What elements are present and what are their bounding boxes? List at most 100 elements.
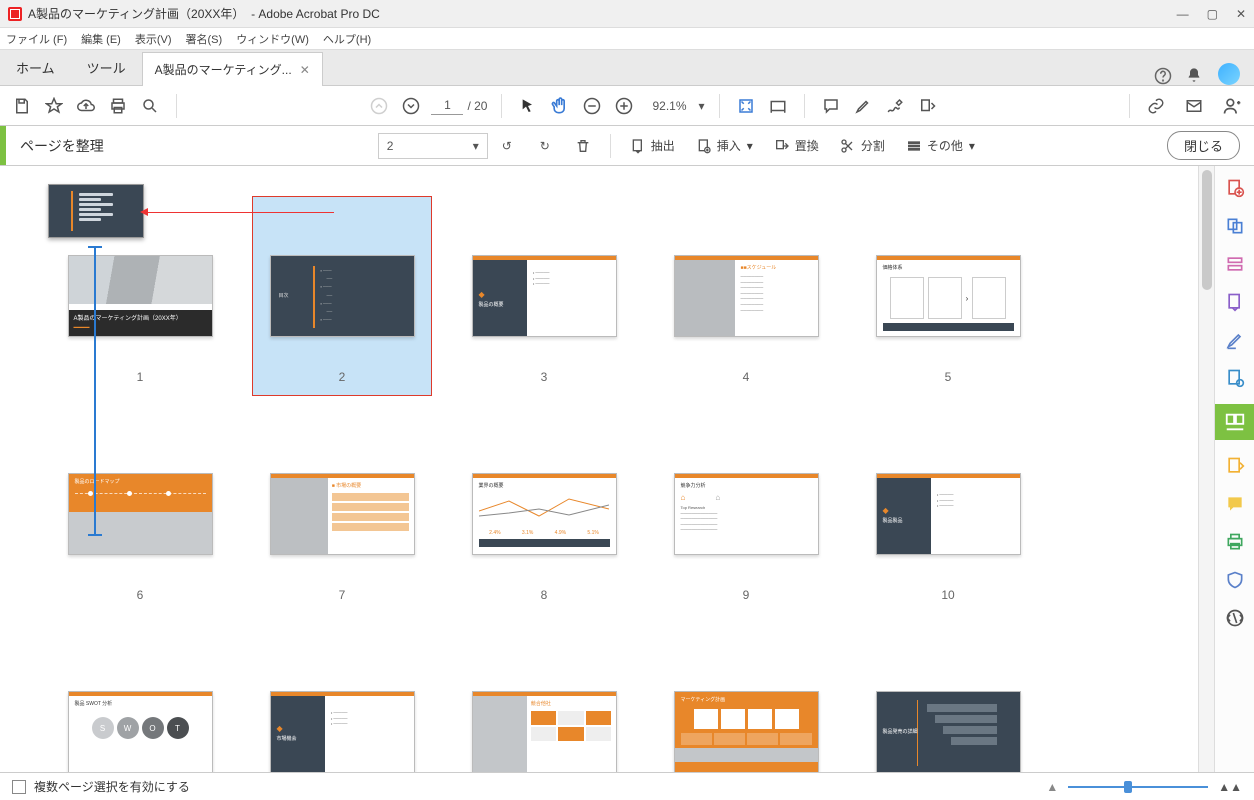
save-icon[interactable]: [10, 94, 34, 118]
rotate-ccw-button[interactable]: ↺: [488, 126, 526, 165]
print-icon[interactable]: [106, 94, 130, 118]
page-number: 10: [941, 588, 954, 602]
tool-combine-icon[interactable]: [1223, 214, 1247, 238]
tool-share-icon[interactable]: [1223, 366, 1247, 390]
search-icon[interactable]: [138, 94, 162, 118]
menu-help[interactable]: ヘルプ(H): [323, 31, 371, 47]
page-number: 6: [137, 588, 144, 602]
tab-home[interactable]: ホーム: [0, 50, 71, 85]
highlight-icon[interactable]: [851, 94, 875, 118]
page-thumb-2[interactable]: ▪ ───── ▪ ───── ▪ ───── ▪ ─── 目次 2: [252, 196, 432, 404]
page-number: 8: [541, 588, 548, 602]
page-number: 2: [339, 370, 346, 384]
window-title: A製品のマーケティング計画（20XX年） - Adobe Acrobat Pro…: [28, 5, 1177, 22]
avatar[interactable]: [1218, 63, 1240, 85]
page-number: 1: [137, 370, 144, 384]
tab-tools[interactable]: ツール: [71, 50, 142, 85]
share-person-icon[interactable]: [1220, 94, 1244, 118]
insert-indicator: [94, 246, 96, 536]
page-number: 5: [945, 370, 952, 384]
menu-window[interactable]: ウィンドウ(W): [236, 31, 309, 47]
close-panel-button[interactable]: 閉じる: [1167, 131, 1240, 160]
chevron-down-icon: ▾: [473, 139, 479, 153]
page-number: 3: [541, 370, 548, 384]
page-thumb-7[interactable]: ■ 市場の概要 7: [252, 414, 432, 622]
page-indicator: 1 / 20: [431, 96, 487, 115]
tool-compress-icon[interactable]: [1223, 454, 1247, 478]
drag-preview: [48, 184, 144, 238]
comment-icon[interactable]: [819, 94, 843, 118]
multiselect-label: 複数ページ選択を有効にする: [34, 778, 190, 795]
page-down-icon[interactable]: [399, 94, 423, 118]
hand-icon[interactable]: [548, 94, 572, 118]
tool-more-icon[interactable]: [1223, 606, 1247, 630]
page-thumb-8[interactable]: 業界の概要2.4%3.1%4.9%5.1% 8: [454, 414, 634, 622]
rotate-cw-button[interactable]: ↻: [526, 126, 564, 165]
split-button[interactable]: 分割: [829, 126, 895, 165]
cloud-up-icon[interactable]: [74, 94, 98, 118]
menubar: ファイル (F) 編集 (E) 表示(V) 署名(S) ウィンドウ(W) ヘルプ…: [0, 28, 1254, 50]
drag-arrow: [144, 212, 334, 213]
sub-toolbar: ページを整理 2 ▾ ↺ ↻ 抽出 挿入▾ 置換 分割 その他▾ 閉じる: [0, 126, 1254, 166]
extract-button[interactable]: 抽出: [619, 126, 685, 165]
multiselect-checkbox[interactable]: [12, 780, 26, 794]
help-icon[interactable]: [1154, 67, 1168, 81]
right-tool-rail: [1214, 166, 1254, 772]
page-thumb-9[interactable]: 競争力分析⌂⌂Top Research─────────────────────…: [656, 414, 836, 622]
page-up-icon[interactable]: [367, 94, 391, 118]
titlebar: A製品のマーケティング計画（20XX年） - Adobe Acrobat Pro…: [0, 0, 1254, 28]
stamp-icon[interactable]: [915, 94, 939, 118]
workarea: A製品のマーケティング計画（20XX年） ▬▬▬▬ 1 ▪ ───── ▪ ──…: [0, 166, 1254, 772]
scrollbar-thumb[interactable]: [1202, 170, 1212, 290]
share-link-icon[interactable]: [1144, 94, 1168, 118]
arrow-cursor-icon[interactable]: [516, 94, 540, 118]
tab-close-icon[interactable]: ✕: [300, 63, 310, 77]
zoom-small-icon: ▲: [1046, 780, 1058, 794]
page-thumb-14[interactable]: マーケティング計画: [656, 632, 836, 772]
menu-sign[interactable]: 署名(S): [186, 31, 223, 47]
page-thumb-6[interactable]: 製品のロードマップ 6: [50, 414, 230, 622]
replace-button[interactable]: 置換: [763, 126, 829, 165]
star-icon[interactable]: [42, 94, 66, 118]
bell-icon[interactable]: [1186, 67, 1200, 81]
scrollbar-vertical[interactable]: [1198, 166, 1214, 772]
zoom-select[interactable]: 92.1% ▾: [644, 97, 704, 115]
tool-comment-icon[interactable]: [1223, 492, 1247, 516]
page-thumb-12[interactable]: ◆市場機会• ─────• ─────• ─────: [252, 632, 432, 772]
fit-page-icon[interactable]: [734, 94, 758, 118]
tool-export-icon[interactable]: [1223, 290, 1247, 314]
menu-edit[interactable]: 編集 (E): [81, 31, 121, 47]
page-thumb-3[interactable]: ◆製品の概要• ─────• ─────• ───── 3: [454, 196, 634, 404]
insert-button[interactable]: 挿入▾: [685, 126, 763, 165]
delete-button[interactable]: [564, 126, 602, 165]
page-thumb-4[interactable]: ■■スケジュール────────────────────────────────…: [656, 196, 836, 404]
current-page-input[interactable]: 1: [431, 96, 463, 115]
tool-edit-icon[interactable]: [1223, 252, 1247, 276]
tool-protect-icon[interactable]: [1223, 568, 1247, 592]
menu-view[interactable]: 表示(V): [135, 31, 172, 47]
thumbnail-zoom-slider[interactable]: ▲ ▲▲: [1046, 780, 1242, 794]
email-icon[interactable]: [1182, 94, 1206, 118]
maximize-button[interactable]: ▢: [1207, 7, 1218, 21]
tool-sign-icon[interactable]: [1223, 328, 1247, 352]
menu-file[interactable]: ファイル (F): [6, 31, 67, 47]
close-window-button[interactable]: ✕: [1236, 7, 1246, 21]
tool-print-icon[interactable]: [1223, 530, 1247, 554]
sign-icon[interactable]: [883, 94, 907, 118]
page-select-dropdown[interactable]: 2 ▾: [378, 133, 488, 159]
other-button[interactable]: その他▾: [895, 126, 985, 165]
page-thumb-15[interactable]: 製品発売の詳細: [858, 632, 1038, 772]
tool-organize-pages-icon[interactable]: [1215, 404, 1254, 440]
fit-width-icon[interactable]: [766, 94, 790, 118]
thumbnail-area[interactable]: A製品のマーケティング計画（20XX年） ▬▬▬▬ 1 ▪ ───── ▪ ──…: [0, 166, 1198, 772]
tool-create-pdf-icon[interactable]: [1223, 176, 1247, 200]
tab-document[interactable]: A製品のマーケティング... ✕: [142, 52, 323, 86]
minimize-button[interactable]: —: [1177, 7, 1189, 21]
page-thumb-11[interactable]: 製品 SWOT 分析SWOT: [50, 632, 230, 772]
zoom-in-icon[interactable]: [612, 94, 636, 118]
zoom-out-icon[interactable]: [580, 94, 604, 118]
page-thumb-13[interactable]: 競合他社: [454, 632, 634, 772]
app-icon: [8, 7, 22, 21]
page-thumb-10[interactable]: ◆製品製品• ─────• ─────• ───── 10: [858, 414, 1038, 622]
page-thumb-5[interactable]: 価格体系› 5: [858, 196, 1038, 404]
